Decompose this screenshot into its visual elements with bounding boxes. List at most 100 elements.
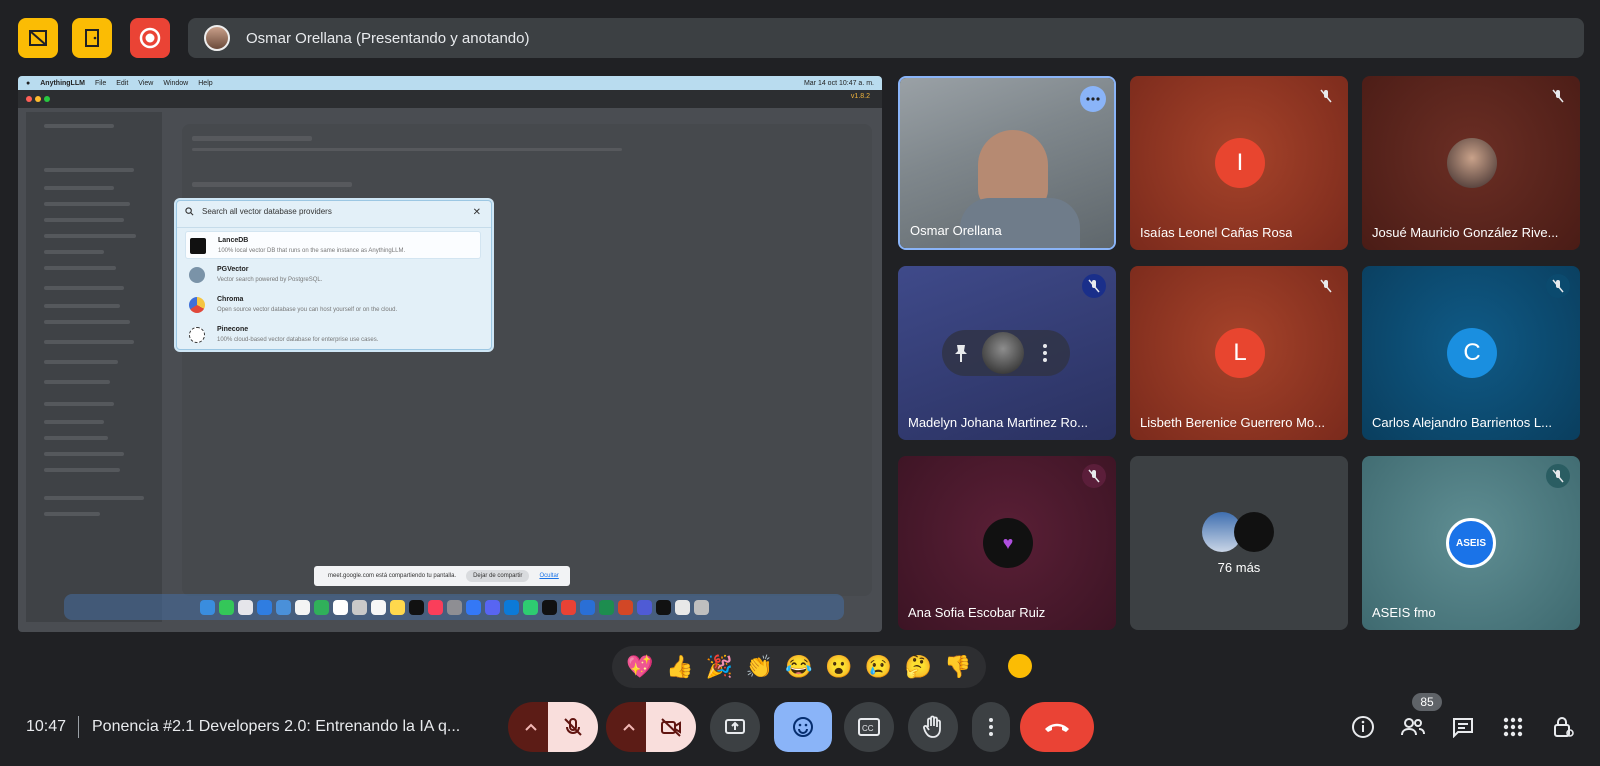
safari-icon — [256, 599, 272, 615]
camera-off-icon — [661, 718, 681, 737]
apple-icon: ● — [26, 79, 31, 87]
vector-db-modal[interactable]: Search all vector database providers ✕ L… — [176, 200, 492, 350]
avatar — [982, 332, 1024, 374]
reaction-thumbs-up[interactable]: 👍 — [666, 654, 693, 680]
edge-icon — [503, 599, 519, 615]
info-icon[interactable] — [1350, 714, 1376, 740]
downloads-icon — [674, 599, 690, 615]
word-icon — [579, 599, 595, 615]
menubar-help: Help — [198, 79, 213, 87]
leave-call-button[interactable] — [1020, 702, 1094, 752]
provider-lancedb[interactable]: LanceDB 100% local vector DB that runs o… — [185, 231, 481, 259]
participant-tile-aseis[interactable]: ASEIS ASEIS fmo — [1362, 456, 1580, 630]
host-controls-icon[interactable] — [1550, 714, 1576, 740]
chroma-icon — [189, 297, 205, 313]
chat-icon[interactable] — [1450, 714, 1476, 740]
captions-icon: CC — [858, 718, 880, 736]
people-icon[interactable] — [1400, 714, 1426, 740]
meeting-clock: 10:47 — [26, 718, 67, 735]
mic-off-icon — [1546, 464, 1570, 488]
provider-desc: 100% cloud-based vector database for ent… — [217, 337, 379, 343]
reaction-surprised[interactable]: 😮 — [825, 654, 852, 680]
provider-chroma[interactable]: Chroma Open source vector database you c… — [185, 291, 481, 319]
participant-tile-madelyn[interactable]: Madelyn Johana Martinez Ro... — [898, 266, 1116, 440]
provider-desc: Open source vector database you can host… — [217, 307, 398, 313]
more-options-icon[interactable] — [1080, 86, 1106, 112]
window-zoom-dot — [44, 96, 50, 102]
reaction-clap[interactable]: 👏 — [745, 654, 772, 680]
tile-hover-controls — [942, 330, 1070, 376]
window-close-dot — [26, 96, 32, 102]
provider-name: PGVector — [217, 266, 249, 273]
provider-desc: Vector search powered by PostgreSQL. — [217, 277, 323, 283]
meet-window: Osmar Orellana (Presentando y anotando) … — [0, 0, 1600, 766]
reaction-heart[interactable]: 💖 — [626, 654, 653, 680]
powerpoint-icon — [617, 599, 633, 615]
stop-sharing-button[interactable]: Dejar de compartir — [466, 570, 530, 582]
modal-search-placeholder: Search all vector database providers — [202, 207, 332, 216]
participant-tile-ana[interactable]: ♥ Ana Sofia Escobar Ruiz — [898, 456, 1116, 630]
participant-tile-lisbeth[interactable]: L Lisbeth Berenice Guerrero Mo... — [1130, 266, 1348, 440]
anythingllm-icon — [655, 599, 671, 615]
modal-search[interactable]: Search all vector database providers — [185, 207, 332, 216]
mic-off-icon — [1314, 84, 1338, 108]
music-icon — [427, 599, 443, 615]
hangup-icon — [1045, 723, 1069, 732]
teams-icon — [636, 599, 652, 615]
reaction-thumbs-down[interactable]: 👎 — [944, 654, 971, 680]
others-count: 76 más — [1217, 560, 1261, 575]
more-vert-icon[interactable] — [1042, 343, 1048, 368]
lancedb-icon — [190, 238, 206, 254]
participant-tile-isaias[interactable]: I Isaías Leonel Cañas Rosa — [1130, 76, 1348, 250]
door-icon[interactable] — [72, 18, 112, 58]
provider-name: Pinecone — [217, 326, 249, 333]
participant-tile-others[interactable]: 76 más — [1130, 456, 1348, 630]
participant-tile-carlos[interactable]: C Carlos Alejandro Barrientos L... — [1362, 266, 1580, 440]
participant-tile-josue[interactable]: Josué Mauricio González Rive... — [1362, 76, 1580, 250]
presenter-label: Osmar Orellana (Presentando y anotando) — [246, 29, 530, 47]
hand-icon — [923, 715, 941, 738]
meeting-title: Ponencia #2.1 Developers 2.0: Entrenando… — [92, 718, 461, 735]
captions-button[interactable]: CC — [844, 702, 894, 752]
more-options-button[interactable] — [972, 702, 1010, 752]
skin-tone-button[interactable] — [1008, 654, 1032, 678]
launchpad-icon — [237, 599, 253, 615]
raise-hand-button[interactable] — [908, 702, 958, 752]
provider-pgvector[interactable]: PGVector Vector search powered by Postgr… — [185, 261, 481, 289]
camera-toggle-button[interactable] — [646, 702, 696, 752]
participant-name: ASEIS fmo — [1372, 605, 1436, 620]
shared-screen[interactable]: ● AnythingLLM File Edit View Window Help… — [18, 76, 882, 632]
provider-pinecone[interactable]: Pinecone 100% cloud-based vector databas… — [185, 321, 481, 349]
present-screen-button[interactable] — [710, 702, 760, 752]
reaction-thinking[interactable]: 🤔 — [905, 654, 932, 680]
reaction-party[interactable]: 🎉 — [706, 654, 733, 680]
pin-icon[interactable] — [952, 343, 970, 368]
menubar-app: AnythingLLM — [40, 79, 85, 87]
activities-icon[interactable] — [1500, 714, 1526, 740]
participant-tile-osmar[interactable]: Osmar Orellana — [898, 76, 1116, 250]
emoji-icon — [793, 717, 813, 737]
hide-notice-link[interactable]: Ocultar — [539, 573, 558, 579]
avatar: I — [1215, 138, 1265, 188]
pinecone-icon — [189, 327, 205, 343]
reaction-laugh[interactable]: 😂 — [785, 654, 812, 680]
modal-divider — [177, 227, 491, 228]
search-icon — [185, 207, 194, 216]
reaction-sad[interactable]: 😢 — [865, 654, 892, 680]
avatar: C — [1447, 328, 1497, 378]
provider-name: LanceDB — [218, 237, 249, 244]
menubar-clock: Mar 14 oct 10:47 a. m. — [803, 79, 874, 87]
no-video-layout-icon[interactable] — [18, 18, 58, 58]
reactions-button[interactable] — [774, 702, 832, 752]
window-minimize-dot — [35, 96, 41, 102]
reminders-icon — [370, 599, 386, 615]
avatar — [1234, 512, 1274, 552]
presenter-bar: Osmar Orellana (Presentando y anotando) — [188, 18, 1584, 58]
present-icon — [725, 719, 745, 734]
mic-toggle-button[interactable] — [548, 702, 598, 752]
recording-icon[interactable] — [130, 18, 170, 58]
calendar-icon — [332, 599, 348, 615]
messages-icon — [218, 599, 234, 615]
app-sidebar — [26, 112, 162, 622]
close-icon[interactable]: ✕ — [473, 207, 481, 218]
